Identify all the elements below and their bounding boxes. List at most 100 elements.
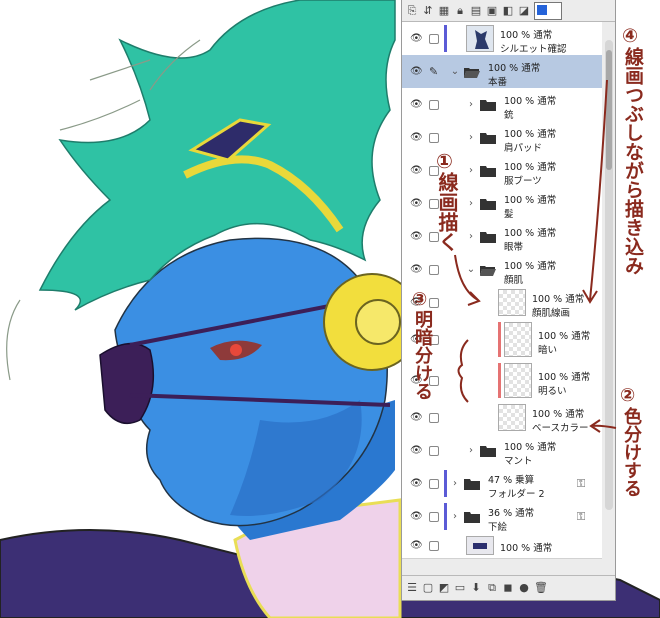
- layer-thumbnail: [498, 289, 526, 316]
- lock-checkbox[interactable]: [429, 33, 439, 44]
- layer-name: マント: [504, 456, 533, 467]
- note3-number: ③: [412, 289, 428, 310]
- layer-name: 顔肌線画: [532, 308, 571, 319]
- note2: ② 色分けする: [620, 385, 646, 497]
- layer-folder-row[interactable]: 👁︎ › 36 % 通常 下絵 ⚿: [402, 500, 602, 534]
- note4: ④ 線画つぶしながら描き込み: [622, 25, 652, 275]
- layer-blend-opacity: 100 % 通常: [504, 162, 557, 173]
- visibility-eye-icon[interactable]: 👁︎: [410, 165, 424, 176]
- draft-icon[interactable]: ◧: [502, 4, 514, 17]
- scrollbar-thumb[interactable]: [606, 50, 612, 170]
- layer-folder-row[interactable]: 👁︎ › 100 % 通常 眼帯: [402, 220, 602, 254]
- lock-checkbox[interactable]: [429, 445, 439, 456]
- layer-folder-row[interactable]: 👁︎ › 47 % 乗算 フォルダー 2 ⚿: [402, 467, 602, 501]
- folder-icon: [464, 511, 480, 523]
- folder-icon: [480, 132, 496, 144]
- chevron-right-icon[interactable]: ›: [466, 198, 476, 210]
- layer-folder-row[interactable]: 👁︎ › 100 % 通常 肩パッド: [402, 121, 602, 155]
- lock-checkbox[interactable]: [429, 264, 439, 275]
- lock-checkbox[interactable]: [429, 99, 439, 110]
- new-vector-icon[interactable]: ◩: [438, 581, 450, 594]
- layer-folder-row[interactable]: 👁︎ ⌄ 100 % 通常 顔肌: [402, 253, 602, 287]
- layer-blend-opacity: 100 % 通常: [488, 63, 541, 74]
- visibility-eye-icon[interactable]: 👁︎: [410, 445, 424, 456]
- new-folder-icon[interactable]: ▭: [454, 581, 466, 594]
- chevron-right-icon[interactable]: ›: [450, 511, 460, 523]
- lock-checkbox[interactable]: [429, 132, 439, 143]
- folder-icon: [464, 478, 480, 490]
- lock-all-icon[interactable]: ▦: [438, 4, 450, 17]
- chevron-right-icon[interactable]: ›: [466, 231, 476, 243]
- eyepatch-shape: [99, 342, 155, 425]
- mask-add-icon[interactable]: ◼: [502, 581, 514, 594]
- layer-folder-row[interactable]: 👁︎ › 100 % 通常 服ブーツ: [402, 154, 602, 188]
- layer-thumbnail: [498, 404, 526, 431]
- headphone-inner: [355, 299, 401, 345]
- layer-name: 暗い: [538, 345, 558, 356]
- chevron-down-icon[interactable]: ⌄: [450, 66, 460, 78]
- layer-name: 肩パッド: [504, 143, 543, 154]
- visibility-eye-icon[interactable]: 👁︎: [410, 198, 424, 209]
- lock-checkbox[interactable]: [429, 412, 439, 423]
- lock-checkbox[interactable]: [429, 478, 439, 489]
- layer-blend-opacity: 100 % 通常: [532, 294, 585, 305]
- layer-props-icon[interactable]: ⎘: [406, 4, 418, 17]
- visibility-eye-icon[interactable]: 👁︎: [410, 412, 424, 423]
- lock-icon[interactable]: 🔒︎: [454, 4, 466, 17]
- transfer-down-icon[interactable]: ⬇: [470, 581, 482, 594]
- layer-name: 服ブーツ: [504, 176, 542, 187]
- visibility-eye-icon[interactable]: 👁︎: [410, 540, 424, 551]
- layer-color-chip[interactable]: [534, 1, 562, 20]
- layer-name: 明るい: [538, 386, 567, 397]
- layer-panel-bottom-toolbar: ☰ ▢ ◩ ▭ ⬇ ⧉ ◼ ● 🗑︎: [402, 575, 615, 599]
- clip-icon[interactable]: ▤: [470, 4, 482, 17]
- panel-menu-icon[interactable]: ☰: [406, 581, 418, 594]
- layer-mask-icon[interactable]: ⚿: [574, 510, 588, 524]
- folder-open-icon: [480, 264, 496, 276]
- ref-icon[interactable]: ▣: [486, 4, 498, 17]
- layer-folder-row[interactable]: 👁︎ › 100 % 通常髪: [402, 187, 602, 221]
- layer-folder-row[interactable]: 👁︎ › 100 % 通常 マント: [402, 434, 602, 468]
- transfer-icon[interactable]: ⇵: [422, 4, 434, 17]
- layer-color-tag: [444, 25, 447, 52]
- chevron-down-icon[interactable]: ⌄: [466, 264, 476, 276]
- visibility-eye-icon[interactable]: 👁︎: [410, 33, 424, 44]
- layer-blend-opacity: 100 % 通常: [538, 372, 591, 383]
- visibility-eye-icon[interactable]: 👁︎: [410, 231, 424, 242]
- layer-blend-opacity: 36 % 通常: [488, 508, 535, 519]
- layer-panel-top-toolbar: ⎘ ⇵ ▦ 🔒︎ ▤ ▣ ◧ ◪: [402, 0, 615, 22]
- delete-icon[interactable]: 🗑︎: [534, 581, 548, 594]
- layer-folder-row[interactable]: 👁︎ › 100 % 通常銃: [402, 88, 602, 122]
- visibility-eye-icon[interactable]: 👁︎: [410, 66, 424, 77]
- layer-name: 銃: [504, 110, 514, 121]
- layer-row[interactable]: 👁︎ 100 % 通常 シルエット確認: [402, 22, 602, 56]
- layer-blend-opacity: 100 % 通常: [500, 543, 553, 554]
- chevron-right-icon[interactable]: ›: [466, 132, 476, 144]
- layer-row[interactable]: 👁︎ 100 % 通常 ベースカラー: [402, 401, 602, 435]
- lock-checkbox[interactable]: [429, 540, 439, 551]
- layer-row[interactable]: 👁︎ 100 % 通常: [402, 533, 602, 559]
- layer-mask-icon[interactable]: ⚿: [574, 477, 588, 491]
- combine-icon[interactable]: ⧉: [486, 581, 498, 594]
- layer-folder-row[interactable]: 👁︎ ✎ ⌄ 100 % 通常 本番: [402, 55, 602, 89]
- layer-color-tag: [444, 470, 447, 497]
- lock-checkbox[interactable]: [429, 511, 439, 522]
- visibility-eye-icon[interactable]: 👁︎: [410, 511, 424, 522]
- visibility-eye-icon[interactable]: 👁︎: [410, 478, 424, 489]
- visibility-eye-icon[interactable]: 👁︎: [410, 99, 424, 110]
- chevron-right-icon[interactable]: ›: [466, 165, 476, 177]
- new-raster-icon[interactable]: ▢: [422, 581, 434, 594]
- mask-apply-icon[interactable]: ●: [518, 581, 530, 594]
- chevron-right-icon[interactable]: ›: [466, 445, 476, 457]
- visibility-eye-icon[interactable]: 👁︎: [410, 132, 424, 143]
- visibility-eye-icon[interactable]: 👁︎: [410, 264, 424, 275]
- layer-color-tag: [444, 503, 447, 530]
- mask-display-icon[interactable]: ◪: [518, 4, 530, 17]
- note3: ③ 明暗分ける: [412, 289, 434, 401]
- folder-open-icon: [464, 66, 480, 78]
- layer-blend-opacity: 100 % 通常: [500, 30, 553, 41]
- layer-scrollbar[interactable]: [605, 40, 613, 510]
- chevron-right-icon[interactable]: ›: [450, 478, 460, 490]
- layer-name: 本番: [488, 77, 508, 88]
- chevron-right-icon[interactable]: ›: [466, 99, 476, 111]
